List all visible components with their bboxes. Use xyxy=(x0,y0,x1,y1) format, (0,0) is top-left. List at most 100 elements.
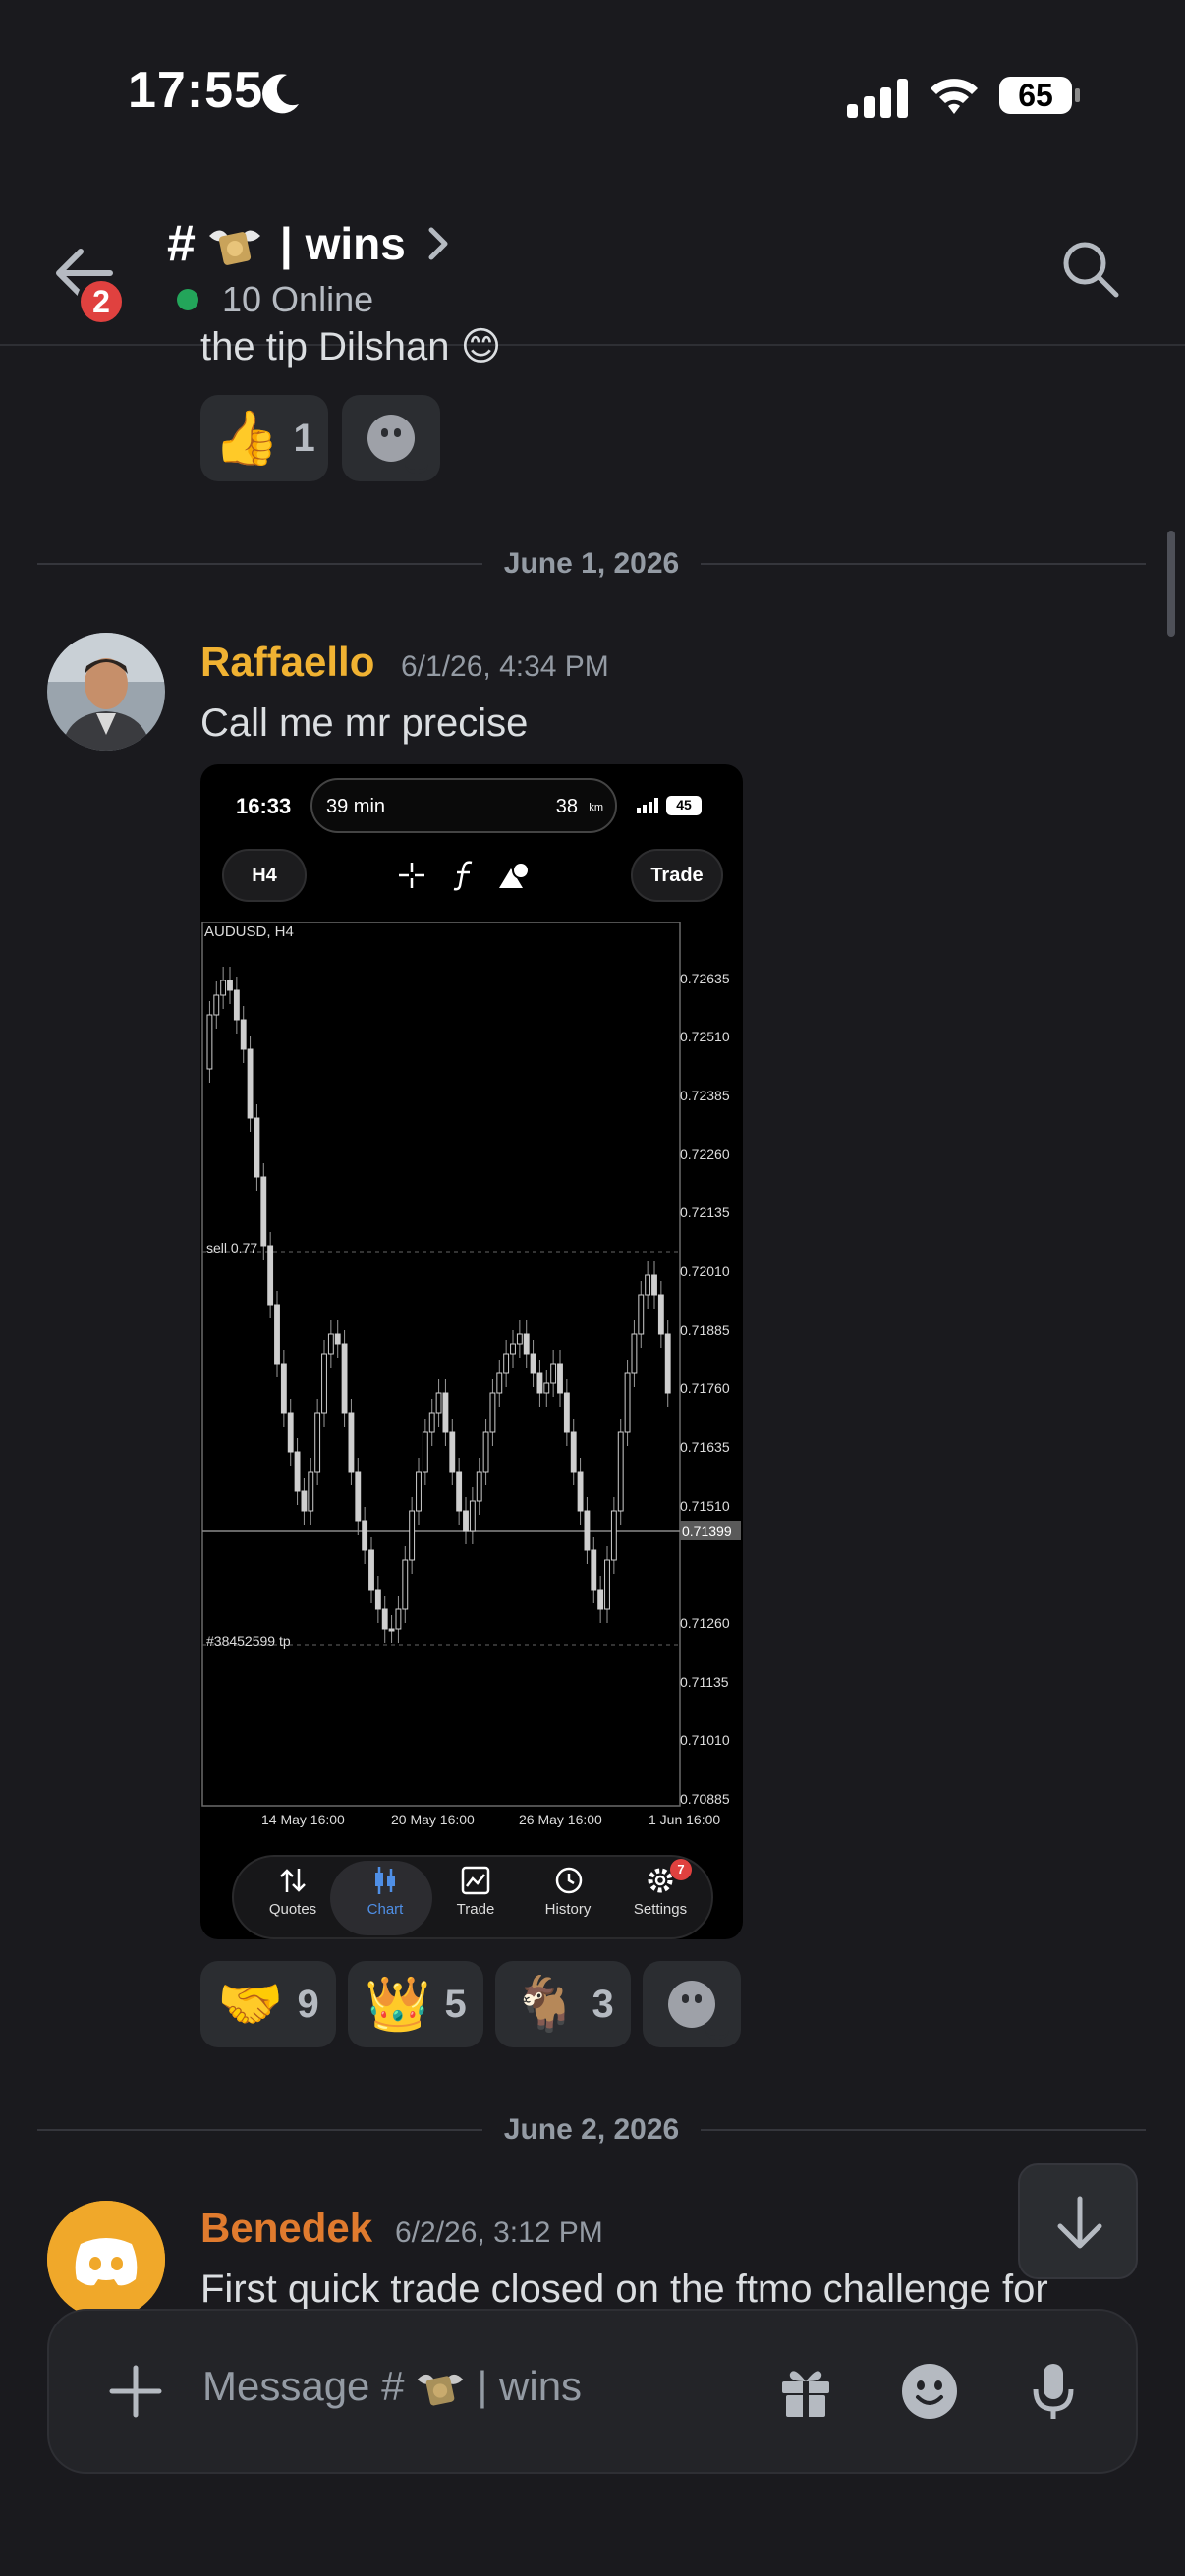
candle-body xyxy=(422,1431,428,1473)
price-tick-label: 0.71010 xyxy=(680,1732,730,1749)
time-tick-label: 1 Jun 16:00 xyxy=(649,1812,721,1827)
message-composer[interactable]: Message # | wins xyxy=(47,2309,1138,2474)
timeframe-button[interactable]: H4 xyxy=(222,849,307,902)
att-battery-level: 45 xyxy=(676,797,692,812)
plus-icon[interactable] xyxy=(104,2360,167,2423)
microphone-icon[interactable] xyxy=(1024,2360,1083,2423)
online-status: 10 Online xyxy=(177,279,373,320)
candle-body xyxy=(301,1490,308,1512)
att-nav-settings[interactable]: Settings 7 xyxy=(613,1859,707,1933)
scrollbar[interactable] xyxy=(1167,531,1175,637)
candle-body xyxy=(496,1372,503,1394)
reaction-emoji: 🤝 xyxy=(217,1974,284,2034)
date-divider: June 1, 2026 xyxy=(37,544,1147,584)
candle-body xyxy=(442,1392,449,1433)
candle-body xyxy=(402,1559,409,1610)
image-attachment[interactable]: 16:33 39 min 38 km 45 H4 Trade AUDUSD, H… xyxy=(200,764,743,1939)
date-divider: June 2, 2026 xyxy=(37,2110,1147,2150)
candle-body xyxy=(388,1628,395,1632)
unread-badge: 2 xyxy=(77,277,126,326)
price-chart[interactable]: AUDUSD, H4 sell 0.77 #38452599 tp 0.7263… xyxy=(200,921,743,1845)
message-input[interactable]: Message # | wins xyxy=(202,2362,582,2411)
candle-body xyxy=(435,1392,442,1414)
gift-icon[interactable] xyxy=(776,2362,835,2421)
candle-body xyxy=(617,1431,624,1512)
avatar[interactable] xyxy=(47,2201,165,2319)
price-tick-label: 0.72010 xyxy=(680,1263,730,1280)
reaction-crown[interactable]: 👑 5 xyxy=(348,1961,483,2047)
emoji-face-icon xyxy=(367,415,428,474)
candle-body xyxy=(597,1589,604,1610)
candle-body xyxy=(449,1431,456,1473)
candle-body xyxy=(638,1294,645,1335)
trade-button[interactable]: Trade xyxy=(631,849,723,902)
date-divider-text: June 2, 2026 xyxy=(503,2113,680,2146)
candle-body xyxy=(584,1510,591,1551)
message-timestamp: 6/1/26, 4:34 PM xyxy=(401,650,609,683)
reaction-count: 3 xyxy=(592,1982,614,2026)
att-nav-quotes[interactable]: Quotes xyxy=(246,1865,340,1933)
avatar[interactable] xyxy=(47,633,165,751)
reaction-count: 1 xyxy=(293,416,315,460)
chevron-right-icon xyxy=(428,227,448,260)
att-nav-chart[interactable]: Chart xyxy=(338,1865,432,1933)
candle-body xyxy=(247,1048,254,1119)
att-nav-trade[interactable]: Trade xyxy=(428,1865,523,1933)
author-name[interactable]: Benedek xyxy=(200,2205,372,2252)
reaction-thumbs-up[interactable]: 👍 1 xyxy=(200,395,328,481)
candle-body xyxy=(260,1176,267,1247)
tp-order-label: #38452599 tp xyxy=(206,1633,291,1649)
status-time: 17:55 xyxy=(128,62,263,119)
function-icon[interactable] xyxy=(450,859,480,892)
candle-body xyxy=(463,1510,469,1532)
crosshair-icon[interactable] xyxy=(397,861,426,890)
moon-icon xyxy=(262,74,299,114)
candle-body xyxy=(476,1471,482,1502)
att-live-unit: km xyxy=(589,802,603,813)
candle-body xyxy=(233,989,240,1021)
candle-body xyxy=(314,1412,321,1473)
add-reaction-button[interactable] xyxy=(342,395,440,481)
jump-to-bottom-button[interactable] xyxy=(1018,2163,1138,2279)
att-nav-label: Quotes xyxy=(268,1901,317,1918)
candle-body xyxy=(220,980,227,996)
candle-body xyxy=(543,1382,550,1394)
price-tick-label: 0.71510 xyxy=(680,1497,730,1514)
candle-body xyxy=(536,1372,543,1394)
candle-body xyxy=(510,1343,516,1355)
price-tick-label: 0.71635 xyxy=(680,1439,730,1456)
wifi-icon xyxy=(931,79,978,114)
reaction-count: 5 xyxy=(444,1982,467,2026)
message-text: Call me mr precise xyxy=(200,701,529,745)
trade-button-label: Trade xyxy=(650,865,704,886)
reaction-handshake[interactable]: 🤝 9 xyxy=(200,1961,336,2047)
objects-icon[interactable] xyxy=(497,861,531,890)
money-wings-icon xyxy=(208,230,260,265)
candle-body xyxy=(254,1117,260,1178)
att-nav-history[interactable]: History xyxy=(521,1865,615,1933)
search-icon[interactable] xyxy=(1057,236,1122,301)
candle-body xyxy=(664,1333,671,1394)
add-reaction-button[interactable] xyxy=(643,1961,741,2047)
emoji-icon[interactable] xyxy=(900,2362,959,2421)
price-tick-label: 0.71260 xyxy=(680,1615,730,1632)
candle-body xyxy=(657,1294,664,1335)
reaction-goat[interactable]: 🐐 3 xyxy=(495,1961,631,2047)
candle-body xyxy=(428,1412,435,1433)
placeholder-suffix: | wins xyxy=(477,2363,583,2409)
att-settings-badge: 7 xyxy=(670,1859,692,1880)
candle-body xyxy=(651,1274,657,1296)
candle-body xyxy=(395,1608,402,1630)
author-name[interactable]: Raffaello xyxy=(200,639,374,686)
candle-body xyxy=(321,1353,327,1414)
candle-body xyxy=(240,1019,247,1050)
placeholder-prefix: Message # xyxy=(202,2363,405,2409)
channel-title[interactable]: # | wins xyxy=(167,214,453,273)
price-tick-label: 0.72385 xyxy=(680,1088,730,1103)
candle-body xyxy=(280,1363,287,1414)
arrow-down-icon xyxy=(1057,2196,1102,2249)
price-tick-label: 0.71135 xyxy=(680,1673,729,1690)
sell-order-label: sell 0.77 xyxy=(206,1240,258,1256)
att-status-time: 16:33 xyxy=(236,794,292,818)
candle-body xyxy=(489,1392,496,1433)
